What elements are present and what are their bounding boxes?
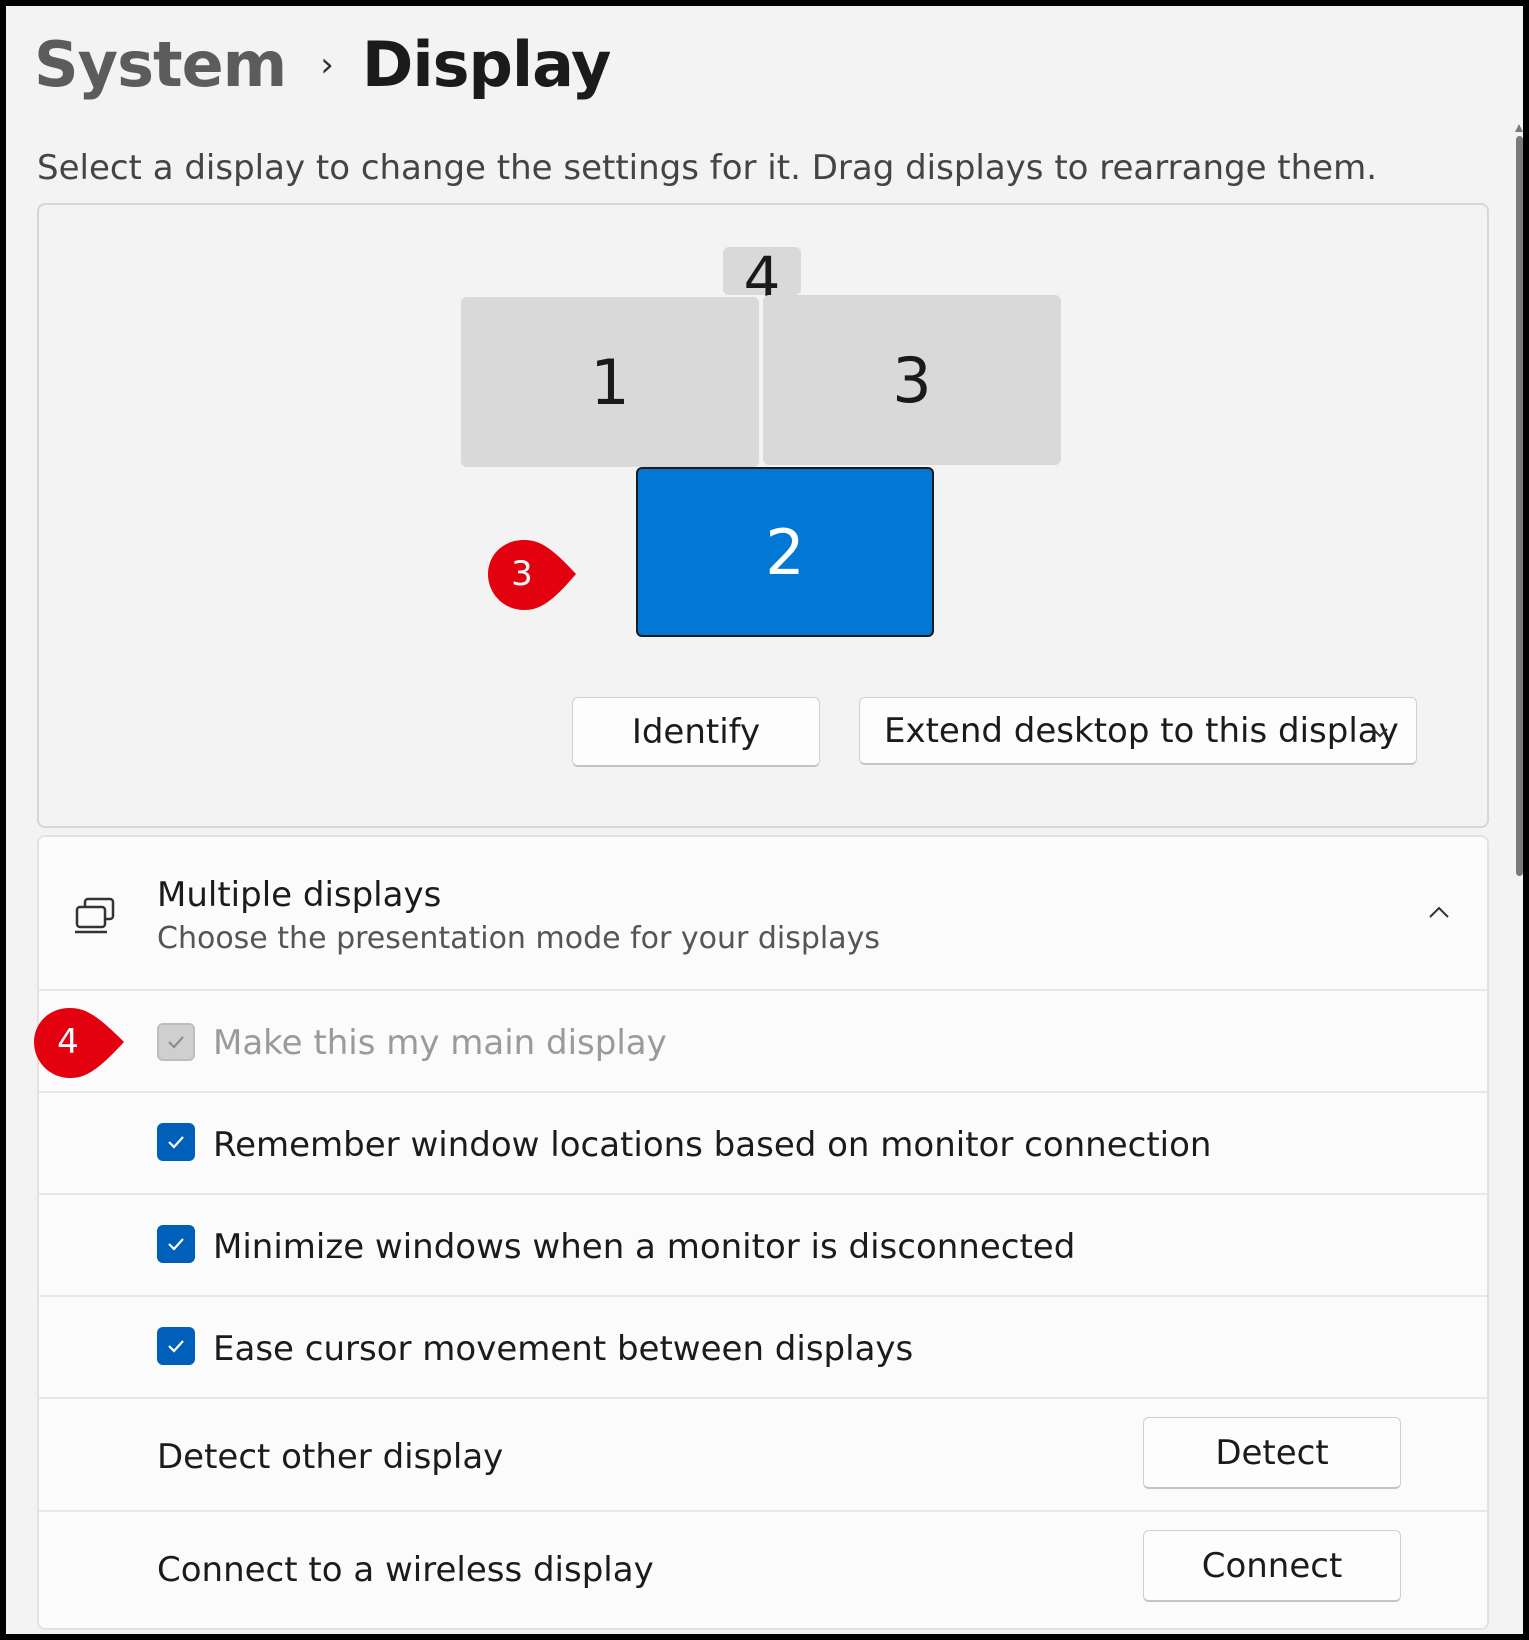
- check-icon: [168, 1340, 184, 1353]
- monitor-1[interactable]: 1: [461, 297, 759, 467]
- callout-3: 3: [488, 540, 576, 610]
- minimize-windows-checkbox[interactable]: [157, 1225, 195, 1263]
- monitor-3[interactable]: 3: [763, 295, 1061, 465]
- display-mode-value: Extend desktop to this display: [884, 710, 1399, 751]
- main-display-label: Make this my main display: [213, 1023, 667, 1063]
- arrangement-instructions: Select a display to change the settings …: [37, 148, 1378, 188]
- wireless-display-row: Connect to a wireless display Connect: [39, 1510, 1487, 1628]
- callout-4: 4: [34, 1008, 124, 1078]
- remember-locations-checkbox[interactable]: [157, 1123, 195, 1161]
- check-icon: [168, 1036, 184, 1049]
- chevron-down-icon: [1372, 728, 1388, 738]
- ease-cursor-checkbox[interactable]: [157, 1327, 195, 1365]
- option-remember-locations: Remember window locations based on monit…: [39, 1091, 1487, 1193]
- option-main-display: Make this my main display: [39, 989, 1487, 1091]
- ease-cursor-label: Ease cursor movement between displays: [213, 1329, 914, 1369]
- multiple-displays-title: Multiple displays: [157, 875, 442, 915]
- monitor-4[interactable]: 4: [723, 247, 801, 309]
- breadcrumb-system[interactable]: System: [34, 28, 287, 101]
- display-arrangement-area: 4 1 3 2 Identify Extend desktop to this …: [37, 203, 1489, 828]
- multiple-displays-icon: [75, 897, 115, 934]
- vertical-scrollbar[interactable]: [1516, 136, 1523, 876]
- multiple-displays-header[interactable]: Multiple displays Choose the presentatio…: [39, 837, 1487, 989]
- display-mode-dropdown[interactable]: Extend desktop to this display: [859, 697, 1417, 765]
- chevron-up-icon[interactable]: [1425, 899, 1453, 927]
- identify-button[interactable]: Identify: [572, 697, 820, 767]
- callout-4-number: 4: [57, 1022, 79, 1062]
- detect-display-label: Detect other display: [157, 1437, 504, 1477]
- connect-button[interactable]: Connect: [1143, 1530, 1401, 1602]
- page-title: Display: [361, 28, 612, 101]
- settings-window: System › Display Select a display to cha…: [6, 6, 1523, 1634]
- minimize-windows-label: Minimize windows when a monitor is disco…: [213, 1227, 1076, 1267]
- check-icon: [168, 1136, 184, 1149]
- main-display-checkbox: [157, 1023, 195, 1061]
- scroll-up-icon[interactable]: [1515, 124, 1523, 132]
- detect-button[interactable]: Detect: [1143, 1417, 1401, 1489]
- wireless-display-label: Connect to a wireless display: [157, 1550, 654, 1590]
- multiple-displays-subtitle: Choose the presentation mode for your di…: [157, 921, 881, 956]
- option-ease-cursor: Ease cursor movement between displays: [39, 1295, 1487, 1397]
- remember-locations-label: Remember window locations based on monit…: [213, 1125, 1212, 1165]
- breadcrumb: System › Display: [34, 28, 612, 101]
- detect-display-row: Detect other display Detect: [39, 1397, 1487, 1510]
- monitor-2-selected[interactable]: 2: [636, 467, 934, 637]
- option-minimize-windows: Minimize windows when a monitor is disco…: [39, 1193, 1487, 1295]
- breadcrumb-separator-icon: ›: [320, 44, 334, 85]
- callout-3-number: 3: [511, 554, 533, 594]
- check-icon: [168, 1238, 184, 1251]
- multiple-displays-panel: Multiple displays Choose the presentatio…: [37, 835, 1489, 1630]
